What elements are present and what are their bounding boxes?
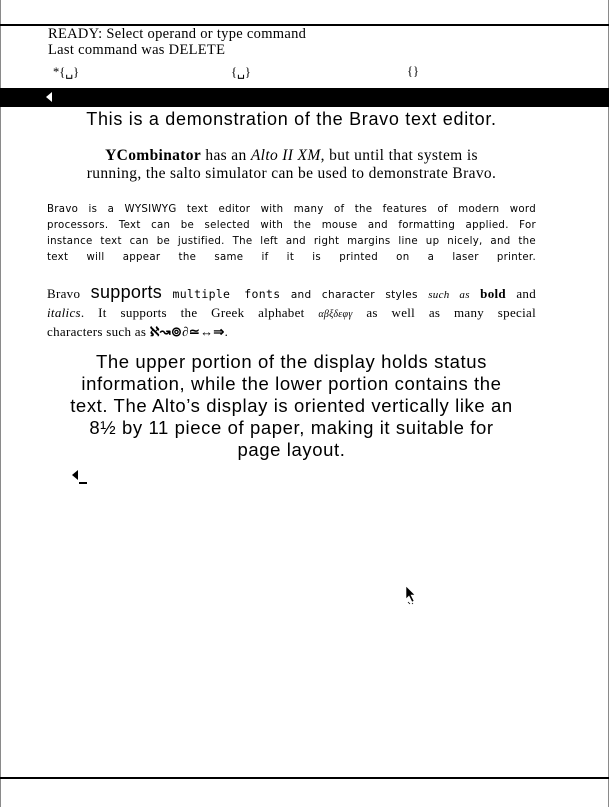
paragraph-ycombinator[interactable]: YCombinator has an Alto II XM, but until… [47,147,536,183]
special-characters: ℵ↝⊚∂≃↔⇒ [149,324,225,339]
bottom-rule [0,777,609,779]
paragraph-line: page layout. [237,439,346,460]
paragraph-line: YCombinator has an Alto II XM, but until… [47,147,536,165]
paragraph-display-info[interactable]: The upper portion of the display holds s… [47,351,536,461]
paragraph-line: characters such as ℵ↝⊚∂≃↔⇒. [47,323,536,340]
format-indicator-3: {} [407,64,419,78]
left-border [0,0,1,807]
paragraph-line: 8½ by 11 piece of paper, making it suita… [89,417,494,438]
text-run: and [516,286,536,301]
italic-text: Alto II XM [250,147,321,164]
left-arrow-icon[interactable] [46,92,52,102]
paragraph-line: text. The Alto’s display is oriented ver… [70,395,513,416]
text-run: as well as many special [352,305,537,320]
last-command-line: Last command was DELETE [48,42,226,58]
paragraph-line: italics. It supports the Greek alphabet … [47,304,536,323]
text-run: . [224,324,229,339]
status-line: READY: Select operand or type command [48,26,307,42]
text-run: . It supports the Greek alphabet [80,305,319,320]
text-run: characters such as [47,324,150,339]
sans-text: and character styles [290,289,418,301]
paragraph-fonts[interactable]: Bravo supports multiple fonts and charac… [47,282,536,340]
mouse-pointer-icon [405,585,416,605]
bold-text: bold [480,286,506,301]
window-title-bar[interactable] [0,88,609,107]
bravo-window: READY: Select operand or type command La… [0,0,609,807]
status-area: READY: Select operand or type command La… [48,26,306,58]
format-indicator-1: *{␣} [53,65,80,79]
mono-text: multiple fonts [172,287,281,301]
end-of-document-icon [72,470,78,480]
text-run: has an [201,147,251,164]
paragraph-line: running, the salto simulator can be used… [86,165,497,182]
paragraph-line: Bravo supports multiple fonts and charac… [47,282,536,304]
text-run: Bravo [47,286,81,301]
paragraph-line: Bravo is a WYSIWYG text editor with many… [47,204,536,215]
italic-text: such as [428,289,470,301]
insertion-caret [79,482,87,484]
paragraph-line: processors. Text can be selected with th… [47,220,536,231]
greek-text: αβξδεφγ [318,309,353,320]
paragraph-wysiwyg[interactable]: Bravo is a WYSIWYG text editor with many… [47,202,536,266]
paragraph-line: The upper portion of the display holds s… [95,351,488,372]
paragraph-line: instance text can be justified. The left… [47,236,536,247]
paragraph-line: text will appear the same if it is print… [47,252,536,263]
italic-text: italics [47,305,81,320]
bold-text: YCombinator [105,147,202,164]
text-run: , but until that system is [320,147,478,164]
large-text: supports [90,282,163,302]
paragraph-line: information, while the lower portion con… [81,373,502,394]
document-title[interactable]: This is a demonstration of the Bravo tex… [47,109,536,130]
format-indicator-2: {␣} [231,65,251,79]
